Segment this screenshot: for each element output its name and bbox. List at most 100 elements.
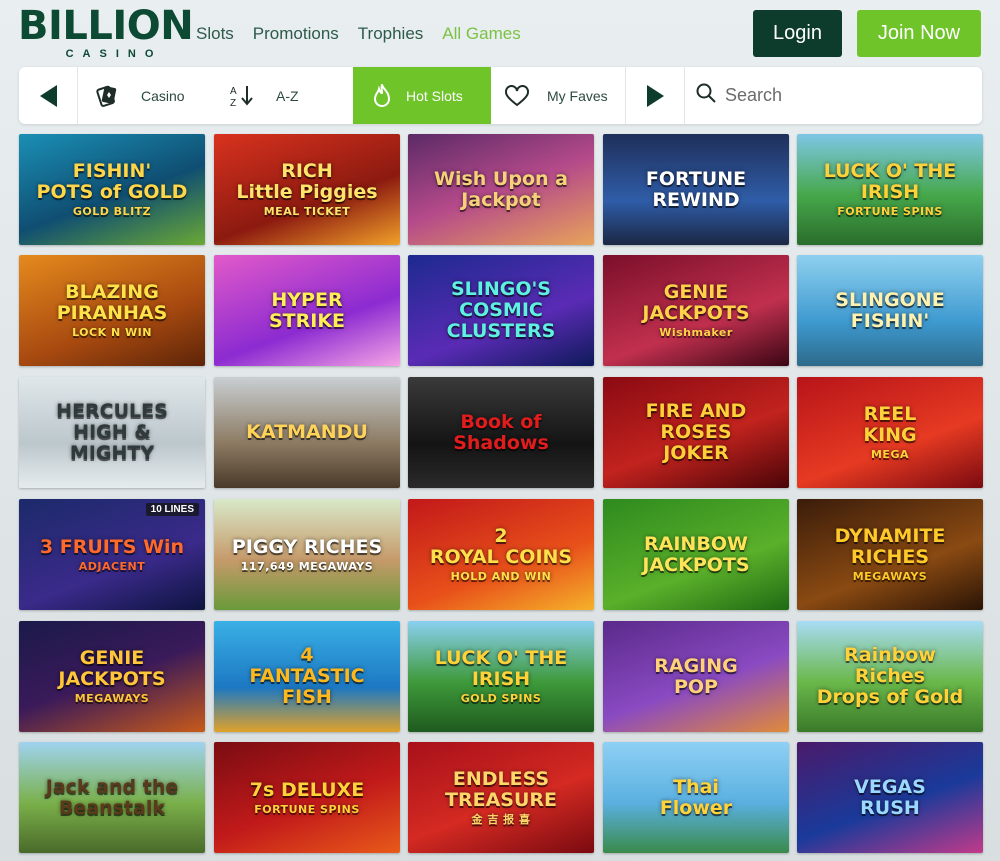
- game-title: RAGING POP: [654, 654, 738, 698]
- game-tile[interactable]: ENDLESS TREASURE 金 吉 报 喜: [408, 742, 594, 853]
- game-tile[interactable]: Jack and the Beanstalk: [19, 742, 205, 853]
- game-tile-title: Rainbow Riches Drops of Gold: [797, 639, 983, 714]
- game-tile[interactable]: RICH Little Piggies MEAL TICKET: [214, 134, 400, 245]
- game-tile-title: DYNAMITE RICHES MEGAWAYS: [825, 520, 956, 589]
- game-tile-title: GENIE JACKPOTS MEGAWAYS: [48, 642, 175, 711]
- game-tile-title: FIRE AND ROSES JOKER: [603, 395, 789, 470]
- game-title: FISHIN' POTS of GOLD: [36, 160, 188, 203]
- filter-tab-casino[interactable]: Casino: [78, 67, 211, 124]
- game-tile-title: FORTUNE REWIND: [636, 163, 756, 217]
- game-tile-title: RAGING POP: [644, 650, 748, 704]
- nav-trophies[interactable]: Trophies: [358, 24, 424, 44]
- game-tile-title: GENIE JACKPOTS Wishmaker: [632, 276, 759, 345]
- game-tile-title: 7s DELUXE FORTUNE SPINS: [240, 774, 374, 822]
- game-tile[interactable]: 10 LINES 3 FRUITS Win ADJACENT: [19, 499, 205, 610]
- game-tile[interactable]: REEL KING MEGA: [797, 377, 983, 488]
- main-nav: Slots Promotions Trophies All Games: [196, 24, 521, 44]
- game-tile[interactable]: 4 FANTASTIC FISH: [214, 621, 400, 732]
- join-now-button[interactable]: Join Now: [857, 10, 981, 57]
- arrow-left-icon: [39, 84, 57, 107]
- game-tile[interactable]: VEGAS RUSH: [797, 742, 983, 853]
- game-tile[interactable]: Thai Flower: [603, 742, 789, 853]
- filter-tab-hot-slots[interactable]: Hot Slots: [353, 67, 491, 124]
- filter-scroll-right-button[interactable]: [626, 67, 684, 124]
- game-subtitle: MEGAWAYS: [852, 570, 928, 583]
- game-tile-title: Thai Flower: [650, 771, 742, 825]
- game-tile[interactable]: Rainbow Riches Drops of Gold: [797, 621, 983, 732]
- game-tile-title: RICH Little Piggies MEAL TICKET: [226, 155, 387, 224]
- game-tile[interactable]: SLINGO'S COSMIC CLUSTERS: [408, 255, 594, 366]
- game-tile[interactable]: GENIE JACKPOTS MEGAWAYS: [19, 621, 205, 732]
- game-subtitle: Wishmaker: [659, 326, 733, 339]
- game-tile[interactable]: 2 ROYAL COINS HOLD AND WIN: [408, 499, 594, 610]
- logo-subtitle: CASINO: [65, 48, 163, 60]
- game-title: 2 ROYAL COINS: [429, 525, 573, 568]
- search-box: [685, 67, 982, 124]
- game-tile-title: REEL KING MEGA: [853, 398, 926, 467]
- game-tile[interactable]: LUCK O' THE IRISH FORTUNE SPINS: [797, 134, 983, 245]
- game-title: Jack and the Beanstalk: [45, 775, 179, 819]
- game-tile-title: 3 FRUITS Win ADJACENT: [30, 531, 194, 579]
- svg-text:A: A: [230, 86, 237, 97]
- game-filter-bar: Casino AZ A-Z Hot Slots My Faves: [19, 67, 982, 124]
- game-title: KATMANDU: [246, 421, 368, 443]
- game-tile[interactable]: Book of Shadows: [408, 377, 594, 488]
- game-tile[interactable]: DYNAMITE RICHES MEGAWAYS: [797, 499, 983, 610]
- login-button[interactable]: Login: [753, 10, 842, 57]
- arrow-right-icon: [646, 84, 664, 107]
- game-tile[interactable]: RAINBOW JACKPOTS: [603, 499, 789, 610]
- filter-tab-a-z[interactable]: AZ A-Z: [211, 67, 353, 124]
- game-title: ENDLESS TREASURE: [445, 768, 557, 811]
- game-title: REEL KING: [863, 403, 917, 446]
- game-tile-title: HYPER STRIKE: [259, 284, 355, 338]
- game-tile[interactable]: FORTUNE REWIND: [603, 134, 789, 245]
- game-tile-title: Book of Shadows: [443, 406, 559, 460]
- game-tile-title: 2 ROYAL COINS HOLD AND WIN: [420, 520, 582, 589]
- game-subtitle: MEGA: [870, 448, 909, 461]
- filter-scroll-left-button[interactable]: [19, 67, 77, 124]
- game-tile-title: Wish Upon a Jackpot: [424, 163, 578, 217]
- game-title: SLINGONE FISHIN': [835, 288, 945, 332]
- game-title: FIRE AND ROSES JOKER: [645, 400, 747, 464]
- heart-icon: [495, 84, 539, 107]
- game-tile[interactable]: Wish Upon a Jackpot: [408, 134, 594, 245]
- game-tile[interactable]: FISHIN' POTS of GOLD GOLD BLITZ: [19, 134, 205, 245]
- billion-casino-logo[interactable]: BILLION CASINO: [18, 6, 194, 60]
- game-title: 7s DELUXE: [249, 778, 365, 801]
- game-tile[interactable]: BLAZING PIRANHAS LOCK N WIN: [19, 255, 205, 366]
- game-title: GENIE JACKPOTS: [58, 647, 166, 690]
- game-tile-title: BLAZING PIRANHAS LOCK N WIN: [47, 276, 178, 345]
- game-tile[interactable]: KATMANDU: [214, 377, 400, 488]
- game-tile[interactable]: LUCK O' THE IRISH GOLD SPINS: [408, 621, 594, 732]
- game-title: DYNAMITE RICHES: [834, 525, 946, 568]
- game-subtitle: FORTUNE SPINS: [254, 802, 360, 816]
- game-title: GENIE JACKPOTS: [642, 281, 750, 324]
- game-tile[interactable]: SLINGONE FISHIN': [797, 255, 983, 366]
- game-title: LUCK O' THE IRISH: [823, 160, 957, 203]
- game-tile[interactable]: HERCULES HIGH & MIGHTY: [19, 377, 205, 488]
- game-tile-title: KATMANDU: [236, 416, 378, 449]
- nav-all-games[interactable]: All Games: [442, 24, 520, 44]
- game-title: SLINGO'S COSMIC CLUSTERS: [446, 278, 556, 342]
- game-tile[interactable]: RAGING POP: [603, 621, 789, 732]
- search-input[interactable]: [725, 85, 965, 106]
- game-tile-title: LUCK O' THE IRISH GOLD SPINS: [425, 642, 578, 711]
- nav-promotions[interactable]: Promotions: [253, 24, 339, 44]
- game-tile-title: RAINBOW JACKPOTS: [632, 528, 759, 582]
- sort-alpha-icon: AZ: [217, 83, 267, 109]
- game-tile-title: 4 FANTASTIC FISH: [239, 639, 374, 714]
- game-title: LUCK O' THE IRISH: [434, 647, 568, 690]
- game-tile[interactable]: GENIE JACKPOTS Wishmaker: [603, 255, 789, 366]
- game-tile[interactable]: FIRE AND ROSES JOKER: [603, 377, 789, 488]
- flame-icon: [361, 83, 403, 108]
- game-tile[interactable]: 7s DELUXE FORTUNE SPINS: [214, 742, 400, 853]
- filter-tab-az-label: A-Z: [276, 87, 299, 104]
- game-title: FORTUNE REWIND: [645, 167, 747, 211]
- game-tile[interactable]: HYPER STRIKE: [214, 255, 400, 366]
- svg-text:Z: Z: [230, 98, 236, 109]
- filter-tab-my-faves[interactable]: My Faves: [491, 67, 625, 124]
- nav-slots[interactable]: Slots: [196, 24, 234, 44]
- site-header: BILLION CASINO Slots Promotions Trophies…: [0, 0, 1000, 66]
- search-icon: [695, 82, 717, 109]
- game-tile[interactable]: PIGGY RICHES 117,649 MEGAWAYS: [214, 499, 400, 610]
